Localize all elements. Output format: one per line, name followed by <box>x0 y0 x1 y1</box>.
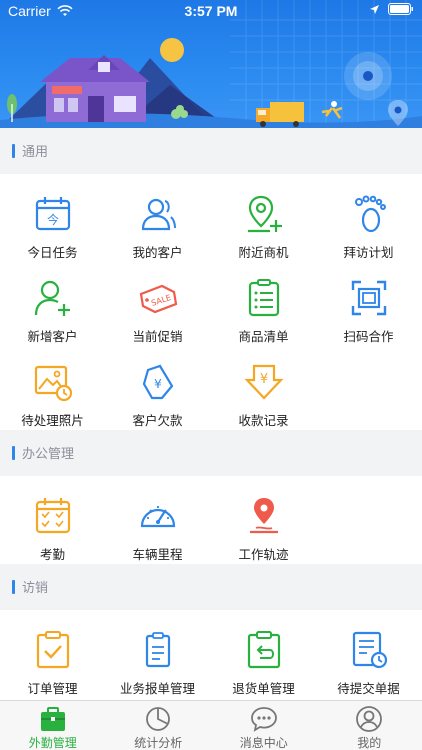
location-add-icon <box>247 195 282 233</box>
grid-item-label: 待提交单据 <box>337 682 400 696</box>
attendance-calendar-icon <box>35 498 70 534</box>
debt-icon: ¥ <box>142 364 173 400</box>
section-header-office: 办公管理 <box>0 430 422 476</box>
general-grid: 今 今日任务 我的客户 附近商机 拜访计划 新增客户 SALE 当前促销 商品清… <box>0 174 422 430</box>
grid-item-add-customer[interactable]: 新增客户 <box>0 278 105 345</box>
section-header-general: 通用 <box>0 128 422 174</box>
grid-item-label: 退货单管理 <box>232 682 295 696</box>
grid-item-today-task[interactable]: 今 今日任务 <box>0 194 105 261</box>
section-accent-bar <box>12 446 15 460</box>
grid-item-label: 考勤 <box>39 548 65 562</box>
grid-item-label: 订单管理 <box>27 682 78 696</box>
grid-item-label: 新增客户 <box>27 330 78 344</box>
tab-mine[interactable]: 我的 <box>317 701 422 750</box>
grid-item-label: 工作轨迹 <box>238 548 289 562</box>
svg-text:今: 今 <box>46 212 58 227</box>
footprint-icon <box>354 195 386 233</box>
photo-clock-icon <box>34 365 72 402</box>
grid-item-pending-photos[interactable]: 待处理照片 <box>0 362 105 429</box>
grid-item-nearby-opportunities[interactable]: 附近商机 <box>211 194 316 261</box>
chat-icon <box>250 707 277 732</box>
bottom-tab-bar: 外勤管理 统计分析 消息中心 我的 <box>0 700 422 750</box>
yen-download-icon: ¥ <box>243 364 284 400</box>
grid-item-scan-cooperation[interactable]: 扫码合作 <box>316 278 421 345</box>
grid-item-label: 客户欠款 <box>132 414 183 428</box>
grid-item-label: 商品清单 <box>238 330 289 344</box>
add-user-icon <box>34 280 70 316</box>
customer-icon <box>141 198 176 231</box>
grid-item-label: 待处理照片 <box>21 414 84 428</box>
tab-statistics[interactable]: 统计分析 <box>106 701 212 750</box>
battery-icon <box>388 3 413 15</box>
profile-icon <box>356 706 383 732</box>
track-pin-icon <box>249 498 278 534</box>
sale-tag-icon: SALE <box>139 284 177 314</box>
svg-text:¥: ¥ <box>154 377 162 391</box>
grid-item-return-order[interactable]: 退货单管理 <box>211 630 316 697</box>
status-time: 3:57 PM <box>184 3 238 19</box>
grid-item-payment-records[interactable]: ¥ 收款记录 <box>211 362 316 429</box>
grid-item-label: 扫码合作 <box>343 330 394 344</box>
section-title: 通用 <box>22 144 49 159</box>
order-check-icon <box>36 631 69 669</box>
status-bar: Carrier 3:57 PM <box>0 0 422 22</box>
grid-item-label: 我的客户 <box>132 246 183 260</box>
grid-item-label: 车辆里程 <box>132 548 183 562</box>
header-banner: Carrier 3:57 PM <box>0 0 422 128</box>
grid-item-product-list[interactable]: 商品清单 <box>211 278 316 345</box>
grid-item-my-customers[interactable]: 我的客户 <box>105 194 210 261</box>
return-clipboard-icon <box>247 631 280 669</box>
tab-field-management[interactable]: 外勤管理 <box>0 701 106 750</box>
visit-sales-grid: 订单管理 业务报单管理 退货单管理 待提交单据 <box>0 610 422 700</box>
svg-text:¥: ¥ <box>259 372 267 387</box>
tab-label: 消息中心 <box>239 736 288 750</box>
section-title: 办公管理 <box>22 446 75 461</box>
grid-item-business-report[interactable]: 业务报单管理 <box>105 630 210 697</box>
grid-item-visit-plan[interactable]: 拜访计划 <box>316 194 421 261</box>
grid-item-label: 当前促销 <box>132 330 183 344</box>
report-clipboard-icon <box>145 632 170 668</box>
grid-item-work-track[interactable]: 工作轨迹 <box>211 496 316 563</box>
section-accent-bar <box>12 580 15 594</box>
section-header-visit-sales: 访销 <box>0 564 422 610</box>
list-icon <box>248 279 279 317</box>
calendar-today-icon: 今 <box>35 197 70 231</box>
tab-label: 我的 <box>357 736 382 750</box>
briefcase-icon <box>40 707 65 731</box>
grid-item-label: 业务报单管理 <box>119 682 195 696</box>
grid-item-label: 收款记录 <box>238 414 289 428</box>
grid-item-vehicle-mileage[interactable]: 车辆里程 <box>105 496 210 563</box>
tab-label: 统计分析 <box>134 736 183 750</box>
location-arrow-icon <box>370 4 379 14</box>
office-grid: 考勤 车辆里程 工作轨迹 <box>0 476 422 564</box>
grid-item-customer-debt[interactable]: ¥ 客户欠款 <box>105 362 210 429</box>
section-title: 访销 <box>22 580 49 595</box>
speedometer-icon <box>140 506 175 528</box>
grid-item-label: 拜访计划 <box>343 246 394 260</box>
grid-item-order-management[interactable]: 订单管理 <box>0 630 105 697</box>
tab-message-center[interactable]: 消息中心 <box>211 701 317 750</box>
grid-item-pending-documents[interactable]: 待提交单据 <box>316 630 421 697</box>
pie-chart-icon <box>146 707 171 731</box>
pending-doc-icon <box>352 631 387 669</box>
grid-item-label: 附近商机 <box>238 246 289 260</box>
app-screen: Carrier 3:57 PM 通用 今 今日任务 我的客户 附近商机 拜访计划… <box>0 0 422 750</box>
grid-item-current-promotion[interactable]: SALE 当前促销 <box>105 278 210 345</box>
section-accent-bar <box>12 144 15 158</box>
grid-item-attendance[interactable]: 考勤 <box>0 496 105 563</box>
grid-item-label: 今日任务 <box>27 246 78 260</box>
scan-icon <box>351 280 386 316</box>
tab-label: 外勤管理 <box>28 736 77 750</box>
